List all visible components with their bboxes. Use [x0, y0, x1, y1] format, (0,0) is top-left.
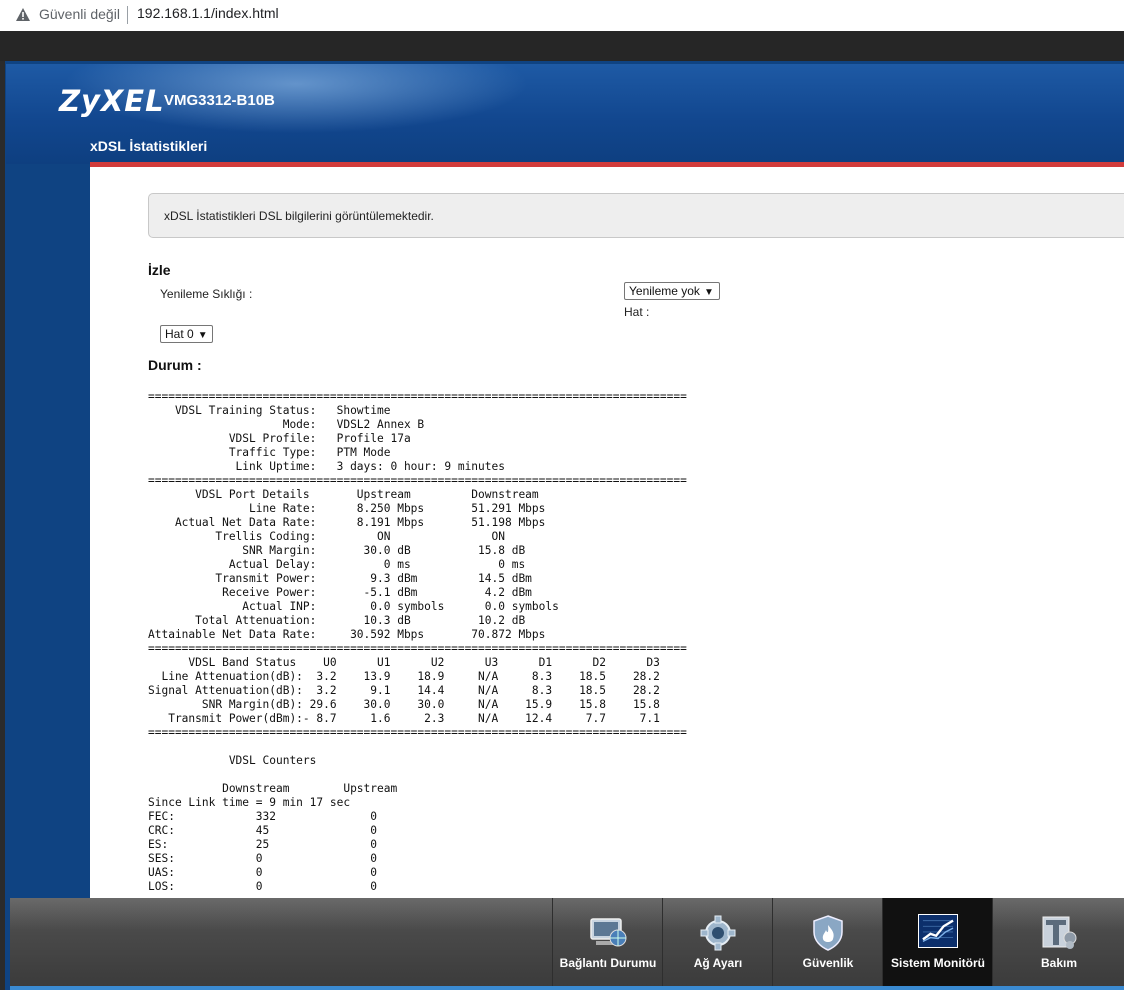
browser-toolbar-band [0, 31, 1124, 61]
nav-item-network-settings[interactable]: Ağ Ayarı [662, 898, 773, 986]
chevron-down-icon: ▼ [197, 330, 208, 341]
chart-icon [918, 914, 958, 948]
brand-logo: ZyXEL [59, 84, 165, 118]
warning-icon [16, 8, 30, 21]
nav-label: Güvenlik [802, 956, 854, 970]
device-model: VMG3312-B10B [164, 92, 275, 109]
nav-item-security[interactable]: Güvenlik [772, 898, 883, 986]
status-heading: Durum : [148, 357, 202, 373]
refresh-label: Yenileme Sıklığı : [160, 287, 253, 301]
nav-item-maintenance[interactable]: Bakım [992, 898, 1124, 986]
refresh-select[interactable]: Yenileme yok ▼ [624, 282, 720, 300]
divider [127, 6, 128, 24]
nav-item-system-monitor[interactable]: Sistem Monitörü [882, 898, 993, 986]
tools-icon [1042, 916, 1077, 949]
nav-item-connection-status[interactable]: Bağlantı Durumu [552, 898, 663, 986]
nav-label: Ağ Ayarı [693, 956, 743, 970]
chevron-down-icon: ▼ [703, 287, 714, 298]
bottom-accent-strip [10, 986, 1124, 990]
nav-label: Sistem Monitörü [890, 956, 985, 970]
browser-address-bar[interactable]: Güvenli değil 192.168.1.1/index.html [0, 0, 1124, 32]
insecure-label: Güvenli değil [39, 6, 120, 22]
dsl-status-text: ========================================… [148, 390, 687, 893]
page-title: xDSL İstatistikleri [90, 138, 208, 154]
line-label: Hat : [624, 305, 650, 319]
main-content: xDSL İstatistikleri DSL bilgilerini görü… [90, 167, 1124, 898]
nav-label: Bağlantı Durumu [559, 956, 657, 970]
line-select[interactable]: Hat 0 ▼ [160, 325, 213, 343]
nav-label: Bakım [1040, 956, 1078, 970]
gear-icon [700, 915, 736, 951]
info-box: xDSL İstatistikleri DSL bilgilerini görü… [148, 193, 1124, 238]
refresh-select-value: Yenileme yok [629, 284, 700, 298]
monitor-heading: İzle [148, 262, 171, 278]
shield-fire-icon [813, 915, 843, 951]
monitor-globe-icon [590, 918, 627, 947]
info-text: xDSL İstatistikleri DSL bilgilerini görü… [164, 209, 434, 223]
line-select-value: Hat 0 [165, 327, 194, 341]
url-text[interactable]: 192.168.1.1/index.html [137, 5, 279, 21]
